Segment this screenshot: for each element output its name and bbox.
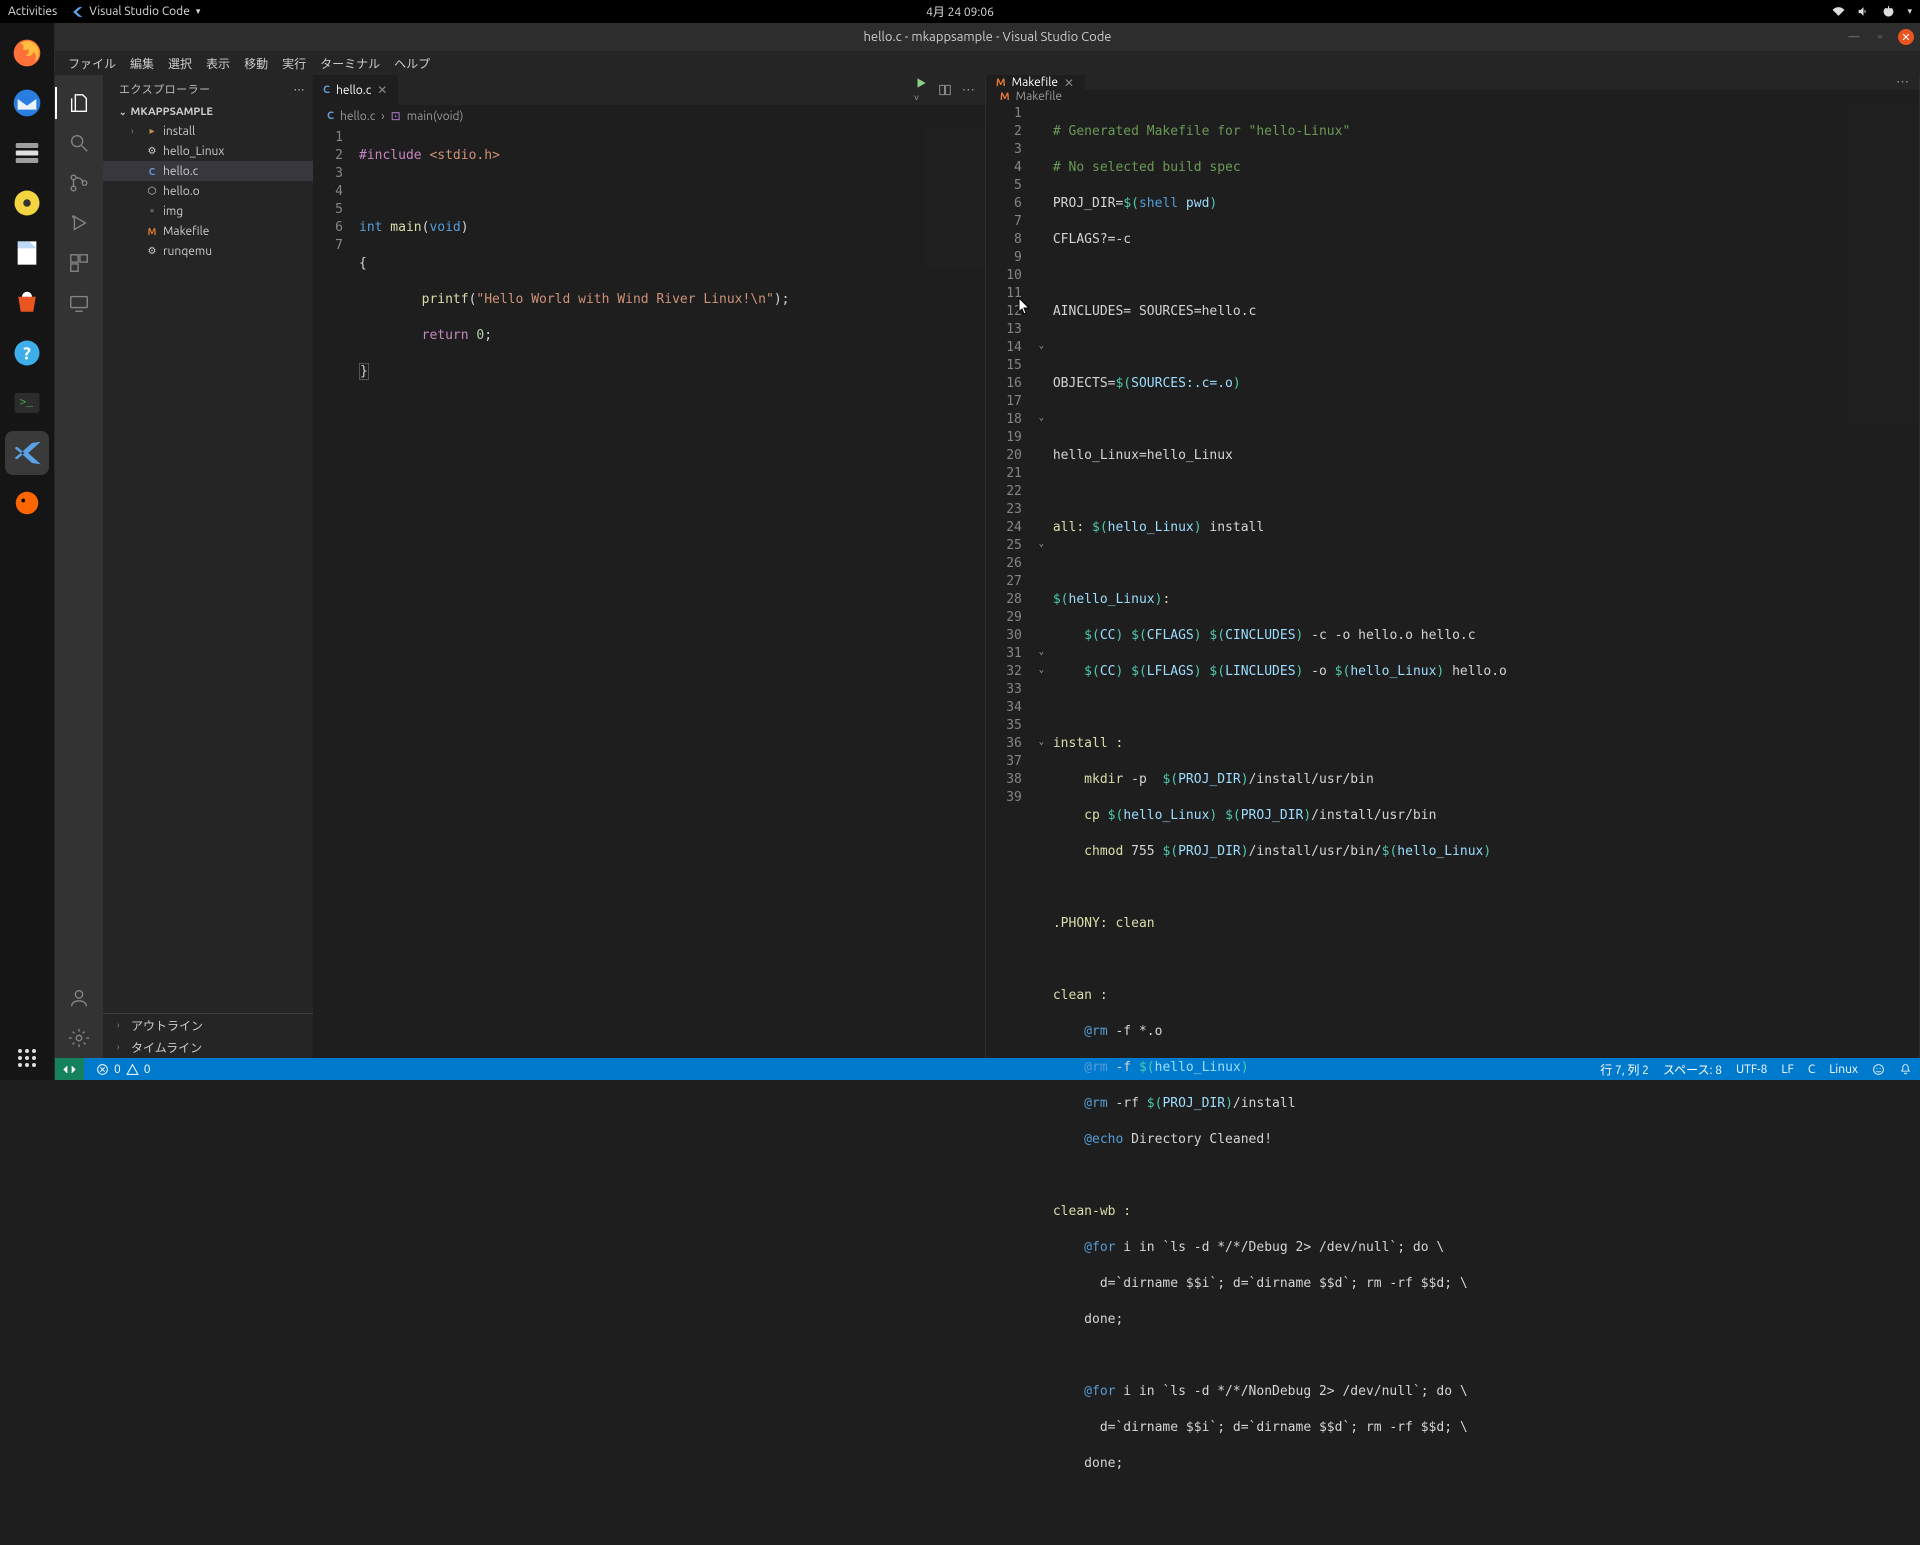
editor-left[interactable]: 1234567 #include <stdio.h> int main(void…	[313, 127, 985, 1058]
menu-go[interactable]: 移動	[237, 55, 275, 72]
code-content[interactable]: #include <stdio.h> int main(void) { prin…	[355, 127, 985, 1058]
menu-terminal[interactable]: ターミナル	[313, 55, 387, 72]
window-title: hello.c - mkappsample - Visual Studio Co…	[864, 30, 1112, 44]
activity-account-icon[interactable]	[55, 978, 103, 1018]
tree-file-makefile[interactable]: MMakefile	[103, 221, 313, 241]
sidebar-more-icon[interactable]: ⋯	[294, 83, 306, 96]
sidebar-explorer: エクスプローラー ⋯ ⌄MKAPPSAMPLE ›▸install ⚙hello…	[103, 75, 313, 1058]
line-gutter: 1234567	[313, 127, 355, 1058]
menubar: ファイル 編集 選択 表示 移動 実行 ターミナル ヘルプ	[55, 51, 1920, 75]
activities-button[interactable]: Activities	[8, 5, 57, 18]
editor-more-icon[interactable]: ⋯	[1896, 75, 1909, 90]
dock-thunderbird[interactable]	[5, 81, 49, 125]
activity-explorer-icon[interactable]	[55, 83, 103, 123]
menu-view[interactable]: 表示	[199, 55, 237, 72]
dock-terminal[interactable]: >_	[5, 381, 49, 425]
activity-remote-icon[interactable]	[55, 283, 103, 323]
run-button-icon[interactable]: ˅	[914, 76, 928, 104]
dock-qemu[interactable]	[5, 481, 49, 525]
dock-help[interactable]: ?	[5, 331, 49, 375]
editor-more-icon[interactable]: ⋯	[962, 83, 975, 98]
tab-makefile[interactable]: M Makefile ✕	[986, 75, 1085, 90]
dock-libreoffice[interactable]	[5, 231, 49, 275]
remote-indicator[interactable]	[55, 1058, 84, 1080]
dock-vscode[interactable]	[5, 431, 49, 475]
clock[interactable]: 4月 24 09:06	[926, 3, 994, 20]
fold-column[interactable]: ⌄⌄⌄⌄⌄⌄	[1034, 103, 1049, 1545]
tab-close-icon[interactable]: ✕	[1064, 76, 1074, 90]
file-tree: ›▸install ⚙hello_Linux Chello.c ⬡hello.o…	[103, 121, 313, 267]
dock-show-apps[interactable]	[5, 1036, 49, 1080]
window-minimize-button[interactable]: —	[1846, 29, 1862, 45]
tree-file-hello-o[interactable]: ⬡hello.o	[103, 181, 313, 201]
tab-hello-c[interactable]: C hello.c ✕	[313, 75, 398, 105]
svg-text:>_: >_	[20, 398, 34, 410]
sidebar-title: エクスプローラー	[119, 81, 211, 97]
project-root[interactable]: ⌄MKAPPSAMPLE	[103, 103, 313, 121]
gnome-dock: ? >_	[0, 23, 55, 1080]
menu-run[interactable]: 実行	[275, 55, 313, 72]
activity-bar	[55, 75, 103, 1058]
sidebar-timeline[interactable]: ›タイムライン	[103, 1036, 313, 1058]
breadcrumb-left[interactable]: Chello.c › ⊡main(void)	[313, 105, 985, 127]
code-content[interactable]: # Generated Makefile for "hello-Linux" #…	[1049, 103, 1919, 1545]
tab-bar-right: M Makefile ✕ ⋯	[986, 75, 1919, 90]
split-editor-icon[interactable]	[938, 83, 952, 97]
minimap[interactable]	[1849, 103, 1919, 423]
system-tray[interactable]: ▾	[1832, 5, 1912, 18]
breadcrumb-right[interactable]: MMakefile	[986, 90, 1919, 103]
dock-firefox[interactable]	[5, 31, 49, 75]
tab-bar-left: C hello.c ✕ ˅ ⋯	[313, 75, 985, 105]
activity-search-icon[interactable]	[55, 123, 103, 163]
vscode-window: hello.c - mkappsample - Visual Studio Co…	[55, 23, 1920, 1080]
menu-edit[interactable]: 編集	[123, 55, 161, 72]
window-titlebar: hello.c - mkappsample - Visual Studio Co…	[55, 23, 1920, 51]
menu-file[interactable]: ファイル	[61, 55, 123, 72]
activity-settings-icon[interactable]	[55, 1018, 103, 1058]
tree-file-hello-linux[interactable]: ⚙hello_Linux	[103, 141, 313, 161]
dock-software[interactable]	[5, 281, 49, 325]
tree-file-runqemu[interactable]: ⚙runqemu	[103, 241, 313, 261]
editor-right[interactable]: 1234567891011121314151617181920212223242…	[986, 103, 1919, 1545]
gnome-top-bar: Activities Visual Studio Code ▾ 4月 24 09…	[0, 0, 1920, 23]
dock-rhythmbox[interactable]	[5, 181, 49, 225]
window-close-button[interactable]: ✕	[1898, 29, 1914, 45]
svg-text:?: ?	[23, 344, 31, 363]
activity-scm-icon[interactable]	[55, 163, 103, 203]
window-maximize-button[interactable]: ▫	[1872, 29, 1888, 45]
activity-debug-icon[interactable]	[55, 203, 103, 243]
tree-folder-install[interactable]: ›▸install	[103, 121, 313, 141]
dock-files[interactable]	[5, 131, 49, 175]
sidebar-outline[interactable]: ›アウトライン	[103, 1014, 313, 1036]
network-icon[interactable]	[1832, 5, 1845, 18]
volume-icon[interactable]	[1857, 5, 1870, 18]
active-app-menu[interactable]: Visual Studio Code ▾	[69, 5, 200, 19]
tree-file-hello-c[interactable]: Chello.c	[103, 161, 313, 181]
activity-extensions-icon[interactable]	[55, 243, 103, 283]
line-gutter: 1234567891011121314151617181920212223242…	[986, 103, 1034, 1545]
minimap[interactable]	[925, 127, 985, 267]
power-icon[interactable]	[1882, 5, 1895, 18]
menu-selection[interactable]: 選択	[161, 55, 199, 72]
tree-file-img[interactable]: ▫img	[103, 201, 313, 221]
menu-help[interactable]: ヘルプ	[387, 55, 437, 72]
tab-close-icon[interactable]: ✕	[377, 83, 387, 97]
status-problems[interactable]: 0 0	[96, 1063, 151, 1076]
